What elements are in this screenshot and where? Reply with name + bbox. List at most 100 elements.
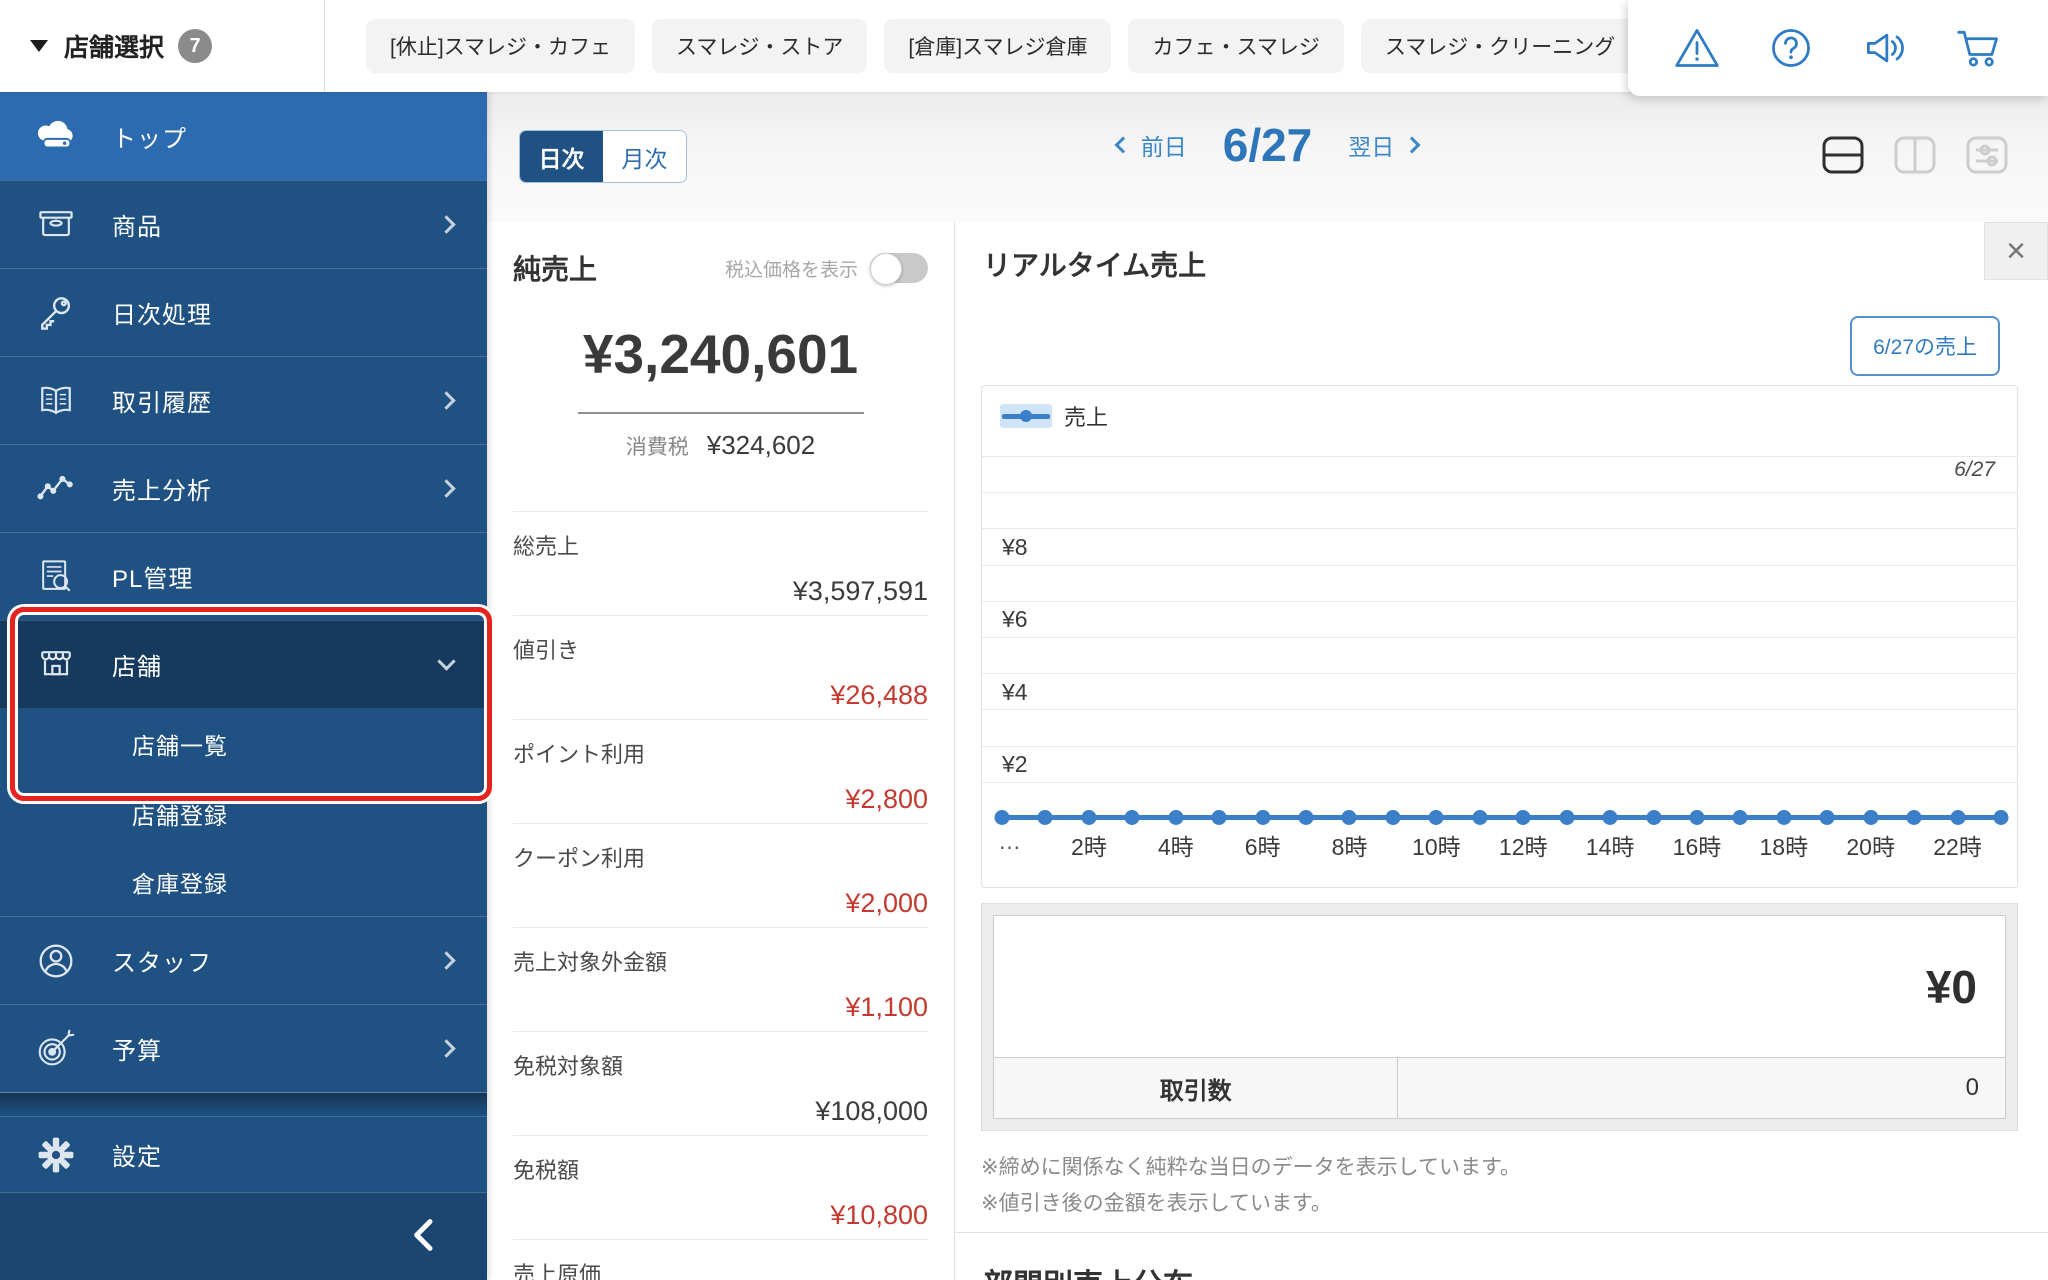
store-chip[interactable]: [倉庫]スマレジ倉庫 — [884, 19, 1112, 73]
sidebar-item-label: 取引履歴 — [112, 390, 212, 417]
x-axis-tick-label: 4時 — [1157, 834, 1194, 860]
y-axis-tick-label: ¥4 — [1002, 678, 1028, 705]
transaction-summary-box: ¥0 取引数 0 — [981, 903, 2018, 1131]
sidebar-item-label: スタッフ — [112, 950, 212, 977]
sidebar-item-label: 設定 — [112, 1144, 162, 1171]
current-date[interactable]: 6/27 — [1223, 118, 1313, 172]
pl-document-icon — [0, 555, 112, 599]
row-label: ポイント利用 — [513, 742, 646, 767]
sidebar-subitem-label: 倉庫登録 — [132, 871, 228, 897]
cart-icon[interactable] — [1954, 23, 2004, 73]
sidebar-subitem-warehouse-register[interactable]: 倉庫登録 — [0, 848, 487, 916]
sidebar-subitem-label: 店舗一覧 — [132, 733, 228, 759]
help-icon[interactable] — [1766, 23, 1816, 73]
sidebar-item-products[interactable]: 商品 — [0, 180, 487, 268]
footnotes: ※締めに関係なく純粋な当日のデータを表示しています。 ※値引き後の金額を表示して… — [981, 1150, 1521, 1222]
net-sales-title: 純売上 — [513, 254, 598, 285]
tax-included-label: 税込価格を表示 — [724, 259, 858, 281]
data-point — [1385, 810, 1401, 825]
sidebar-item-label: 日次処理 — [112, 302, 212, 329]
data-point — [1602, 810, 1618, 825]
summary-table-row: 取引数 0 — [993, 1057, 2006, 1119]
legend-line-marker — [1000, 404, 1052, 428]
close-icon[interactable]: × — [1984, 222, 2048, 280]
row-label: 売上対象外金額 — [513, 950, 668, 975]
sidebar-item-stores[interactable]: 店舗 — [0, 620, 487, 708]
x-axis-tick-label: 12時 — [1498, 834, 1548, 860]
sales-row: 免税対象額 ¥108,000 — [513, 1031, 928, 1135]
tax-label: 消費税 — [625, 436, 689, 459]
x-axis-tick-label: 20時 — [1846, 834, 1895, 860]
data-point — [1906, 810, 1922, 825]
store-chip[interactable]: スマレジ・ストア — [652, 19, 868, 73]
data-point — [1081, 810, 1097, 825]
announcement-icon[interactable] — [1860, 23, 1910, 73]
gridline — [982, 709, 2017, 711]
box-icon — [0, 203, 112, 247]
chevron-right-icon — [437, 479, 456, 498]
sidebar-subitem-store-list[interactable]: 店舗一覧 — [0, 708, 487, 780]
chart-legend: 売上 — [1000, 400, 1108, 432]
realtime-sales-chart: 売上 6/27 … 2時 4時 6時 8時 10時 12時 14時 16時 18時 20時 22時 ¥… — [981, 385, 2018, 888]
prev-day-button[interactable]: 前日 — [1114, 128, 1187, 162]
x-axis-tick-label: 16時 — [1672, 834, 1722, 860]
chevron-left-icon — [1114, 136, 1132, 154]
row-label: 売上原価 — [513, 1262, 602, 1280]
gridline — [982, 673, 2017, 675]
sidebar-subitem-store-register[interactable]: 店舗登録 — [0, 780, 487, 848]
alert-icon[interactable] — [1672, 23, 1722, 73]
store-chip[interactable]: [休止]スマレジ・カフェ — [366, 19, 636, 73]
chevron-right-icon — [437, 391, 456, 410]
net-sales-header: 純売上 税込価格を表示 — [487, 222, 954, 288]
gridline — [982, 456, 2017, 457]
target-icon — [0, 1026, 112, 1072]
section-divider — [955, 1232, 2048, 1233]
sales-breakdown-list: 総売上 ¥3,597,591 値引き ¥26,488 ポイント利用 ¥2,800… — [513, 511, 928, 1280]
collapse-sidebar-icon[interactable] — [405, 1215, 445, 1260]
x-axis-tick-label: 10時 — [1412, 834, 1461, 860]
screen: 店舗選択 7 [休止]スマレジ・カフェ スマレジ・ストア [倉庫]スマレジ倉庫 … — [0, 0, 2048, 1280]
sidebar-item-budget[interactable]: 予算 — [0, 1004, 487, 1092]
sidebar-item-sales-analysis[interactable]: 売上分析 — [0, 444, 487, 532]
split-horizontal-icon[interactable] — [1820, 132, 1866, 178]
sidebar-item-label: 商品 — [112, 214, 162, 241]
row-value: ¥2,800 — [845, 784, 928, 814]
data-point — [1819, 810, 1835, 825]
date-sales-button[interactable]: 6/27の売上 — [1850, 316, 2000, 376]
gridline — [982, 564, 2017, 566]
next-day-button[interactable]: 翌日 — [1348, 128, 1421, 162]
sidebar-nav: トップ 商品 日次処理 取引履歴 売上分析 PL管理 店舗 店舗一覧 店舗登録 … — [0, 92, 487, 1280]
x-axis-tick-label: 6時 — [1244, 834, 1281, 860]
data-point — [1732, 810, 1748, 825]
sales-row: 値引き ¥26,488 — [513, 615, 928, 719]
layout-switcher — [1820, 132, 2010, 178]
sidebar-item-staff[interactable]: スタッフ — [0, 916, 487, 1004]
tax-included-toggle[interactable]: 税込価格を表示 — [724, 253, 928, 285]
y-axis-tick-label: ¥8 — [1002, 534, 1028, 560]
x-axis-tick-label: 8時 — [1331, 834, 1368, 860]
data-point — [994, 810, 1010, 825]
display-settings-icon[interactable] — [1964, 132, 2010, 178]
gridline — [982, 781, 2017, 783]
sidebar-subitem-label: 店舗登録 — [132, 803, 228, 829]
row-label: 総売上 — [513, 534, 580, 559]
sidebar-item-pl-management[interactable]: PL管理 — [0, 532, 487, 620]
sidebar-item-top[interactable]: トップ — [0, 92, 487, 180]
row-label: 値引き — [513, 638, 580, 663]
store-chip[interactable]: カフェ・スマレジ — [1128, 19, 1344, 73]
toggle-switch-off[interactable] — [870, 253, 928, 285]
store-chip[interactable]: スマレジ・クリーニング — [1360, 19, 1640, 73]
dashboard-panels: 純売上 税込価格を表示 ¥3,240,601 消費税 ¥324,602 総売上 … — [487, 222, 2048, 1280]
sidebar-item-transaction-history[interactable]: 取引履歴 — [0, 356, 487, 444]
split-vertical-icon[interactable] — [1892, 132, 1938, 178]
data-point — [1037, 810, 1053, 825]
sidebar-item-settings[interactable]: 設定 — [0, 1116, 487, 1192]
store-selector-label: 店舗選択 — [64, 34, 165, 62]
data-point — [1559, 810, 1575, 825]
chevron-right-icon — [437, 951, 456, 970]
sidebar-item-daily-processing[interactable]: 日次処理 — [0, 268, 487, 356]
data-point — [1168, 810, 1184, 825]
store-selector-dropdown[interactable]: 店舗選択 7 — [0, 0, 325, 92]
data-point — [1515, 810, 1531, 825]
row-value: ¥1,100 — [845, 992, 928, 1022]
